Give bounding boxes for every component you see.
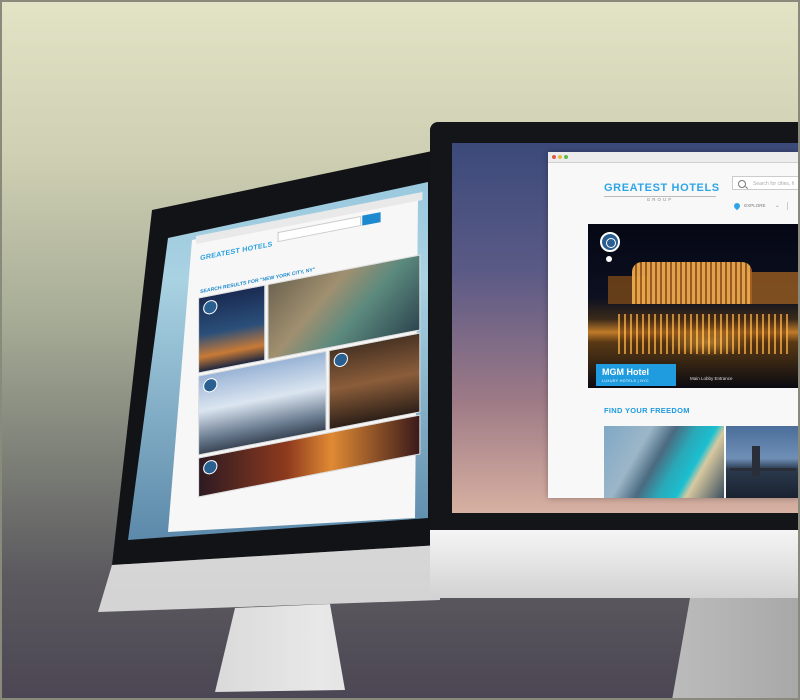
chevron-down-icon: ⌄ bbox=[774, 203, 780, 210]
hero-label[interactable]: MGM Hotel LUXURY HOTELS | NYC bbox=[596, 364, 676, 386]
explore-dropdown[interactable]: EXPLORE ⌄ bbox=[732, 201, 789, 211]
back-monitor-website: GREATEST HOTELS SEARCH RESULTS FOR "NEW … bbox=[196, 191, 423, 526]
hotel-tile[interactable] bbox=[198, 284, 266, 374]
maximize-dot-icon[interactable] bbox=[564, 155, 568, 159]
hero-banner[interactable]: MGM Hotel LUXURY HOTELS | NYC Main Lobby… bbox=[588, 224, 800, 388]
bridge-deck bbox=[730, 468, 796, 471]
hotel-badge-icon bbox=[203, 376, 218, 394]
explore-label: EXPLORE bbox=[744, 203, 766, 209]
divider bbox=[787, 202, 789, 210]
front-monitor-website: GREATEST HOTELS GROUP Search for cities,… bbox=[548, 152, 800, 498]
hotel-tile[interactable] bbox=[328, 332, 421, 431]
hotel-badge-icon bbox=[333, 351, 348, 369]
close-dot-icon[interactable] bbox=[552, 155, 556, 159]
hotel-badge-icon bbox=[600, 232, 620, 252]
location-pin-icon bbox=[606, 256, 612, 262]
search-placeholder: Search for cities, h bbox=[753, 181, 795, 187]
hero-caption: Main Lobby Entrance bbox=[690, 376, 733, 381]
bridge-tower bbox=[752, 446, 760, 476]
browser-titlebar bbox=[548, 152, 800, 163]
minimize-dot-icon[interactable] bbox=[558, 155, 562, 159]
site-logo[interactable]: GREATEST HOTELS bbox=[604, 182, 720, 194]
location-pin-icon bbox=[732, 201, 742, 211]
hotel-badge-icon bbox=[203, 298, 218, 316]
front-monitor-chin bbox=[430, 530, 800, 598]
hero-title: MGM Hotel bbox=[602, 367, 649, 377]
hero-image-hotel bbox=[632, 262, 752, 304]
hotel-badge-icon bbox=[203, 458, 218, 476]
hero-image-reflection bbox=[618, 314, 788, 354]
hero-subtitle: LUXURY HOTELS | NYC bbox=[602, 379, 649, 383]
search-button[interactable] bbox=[362, 212, 381, 226]
destination-thumbnail-bridge[interactable] bbox=[726, 426, 800, 498]
logo-text: GREATEST HOTELS bbox=[200, 241, 273, 263]
section-heading: FIND YOUR FREEDOM bbox=[604, 406, 690, 415]
hero-image-part bbox=[748, 272, 798, 304]
search-input[interactable]: Search for cities, h bbox=[732, 176, 800, 190]
site-logo-sub: GROUP bbox=[604, 196, 716, 202]
site-logo[interactable]: GREATEST HOTELS bbox=[200, 241, 272, 262]
destination-thumbnail-chicago[interactable] bbox=[604, 426, 724, 498]
search-icon bbox=[738, 180, 746, 188]
